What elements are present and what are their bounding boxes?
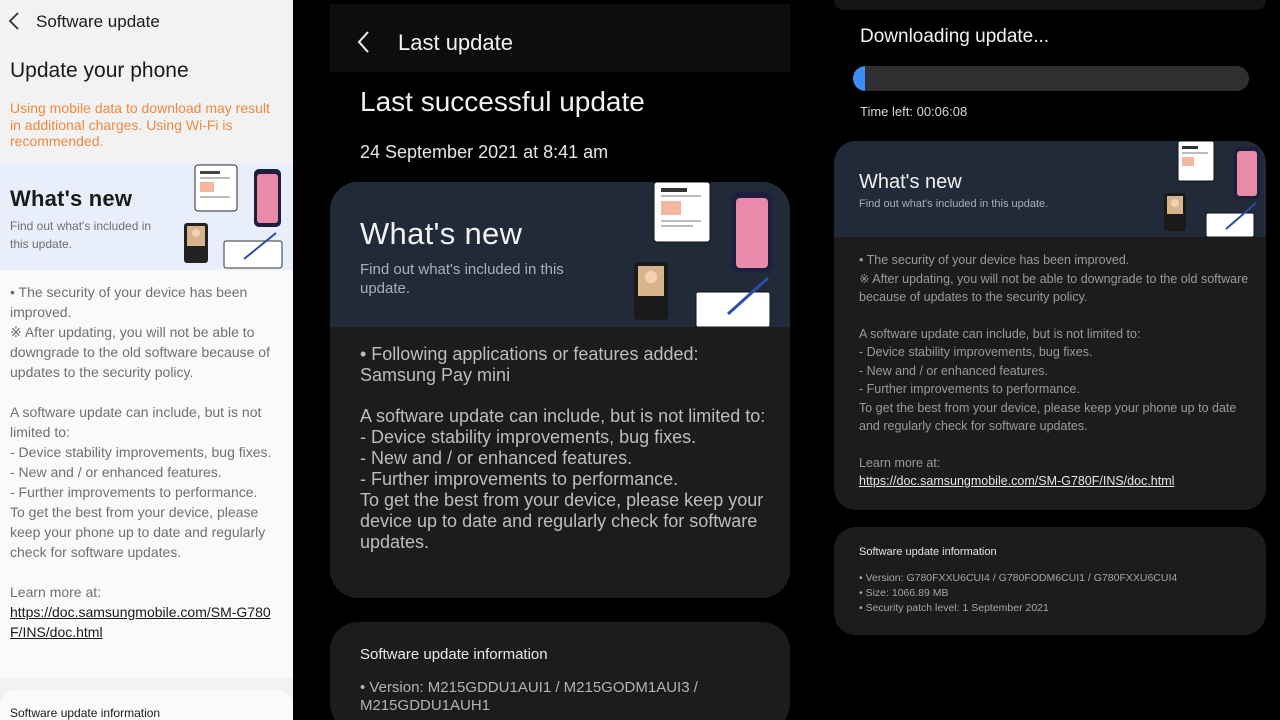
top-strip xyxy=(834,0,1266,10)
download-status-title: Downloading update... xyxy=(860,26,1050,47)
software-update-screen-light: Software update Update your phone Using … xyxy=(0,0,293,720)
whats-new-illustration xyxy=(1164,141,1260,237)
app-bar: Last update xyxy=(330,4,790,72)
whats-new-subtitle: Find out what's included in this update. xyxy=(10,219,152,251)
downloading-update-screen: Downloading update... Time left: 00:06:0… xyxy=(834,0,1266,720)
download-progress-fill xyxy=(853,66,865,91)
software-info-details: • Version: G780FXXU6CUI4 / G780FODM6CUI1… xyxy=(859,571,1259,616)
download-progress-bar xyxy=(853,66,1249,91)
app-bar: Software update xyxy=(0,0,293,44)
whats-new-subtitle: Find out what's included in this update. xyxy=(859,198,1049,210)
whats-new-title: What's new xyxy=(360,216,523,251)
app-bar-title: Software update xyxy=(36,12,160,31)
software-info-version: • Version: M215GDDU1AUI1 / M215GODM1AUI3… xyxy=(360,679,698,714)
whats-new-title: What's new xyxy=(859,171,962,193)
learn-more-link[interactable]: https://doc.samsungmobile.com/SM-G780F/I… xyxy=(10,602,280,642)
whats-new-banner[interactable]: What's new Find out what's included in t… xyxy=(834,141,1266,237)
update-description: • The security of your device has been i… xyxy=(859,251,1249,491)
app-bar-title: Last update xyxy=(398,30,513,55)
whats-new-title: What's new xyxy=(10,186,133,211)
last-update-date: 24 September 2021 at 8:41 am xyxy=(360,142,609,162)
update-description: • The security of your device has been i… xyxy=(10,282,280,642)
software-info-title: Software update information xyxy=(10,706,161,720)
whats-new-subtitle: Find out what's included in this update. xyxy=(360,261,564,297)
software-info-size: • Size: 1066.89 MB xyxy=(859,587,949,599)
whats-new-banner[interactable]: What's new Find out what's included in t… xyxy=(330,182,790,327)
whats-new-card: What's new Find out what's included in t… xyxy=(330,182,790,598)
learn-more-link[interactable]: https://doc.samsungmobile.com/SM-G780F/I… xyxy=(859,472,1249,491)
whats-new-card: What's new Find out what's included in t… xyxy=(834,141,1266,510)
back-arrow-icon[interactable] xyxy=(6,10,22,32)
whats-new-illustration xyxy=(634,182,772,327)
software-info-title: Software update information xyxy=(859,546,997,558)
whats-new-illustration xyxy=(184,164,283,269)
update-description: • Following applications or features add… xyxy=(360,344,766,552)
software-info-title: Software update information xyxy=(360,646,548,663)
time-left: Time left: 00:06:08 xyxy=(860,104,968,119)
mobile-data-warning: Using mobile data to download may result… xyxy=(10,100,270,149)
software-info-version: • Version: G780FXXU6CUI4 / G780FODM6CUI1… xyxy=(859,572,1178,584)
page-title: Update your phone xyxy=(10,59,189,82)
last-update-screen: Last update Last successful update 24 Se… xyxy=(330,0,790,720)
software-info-patch-level: • Security patch level: 1 September 2021 xyxy=(859,602,1049,614)
page-title: Last successful update xyxy=(360,86,645,117)
back-arrow-icon[interactable] xyxy=(356,30,370,54)
